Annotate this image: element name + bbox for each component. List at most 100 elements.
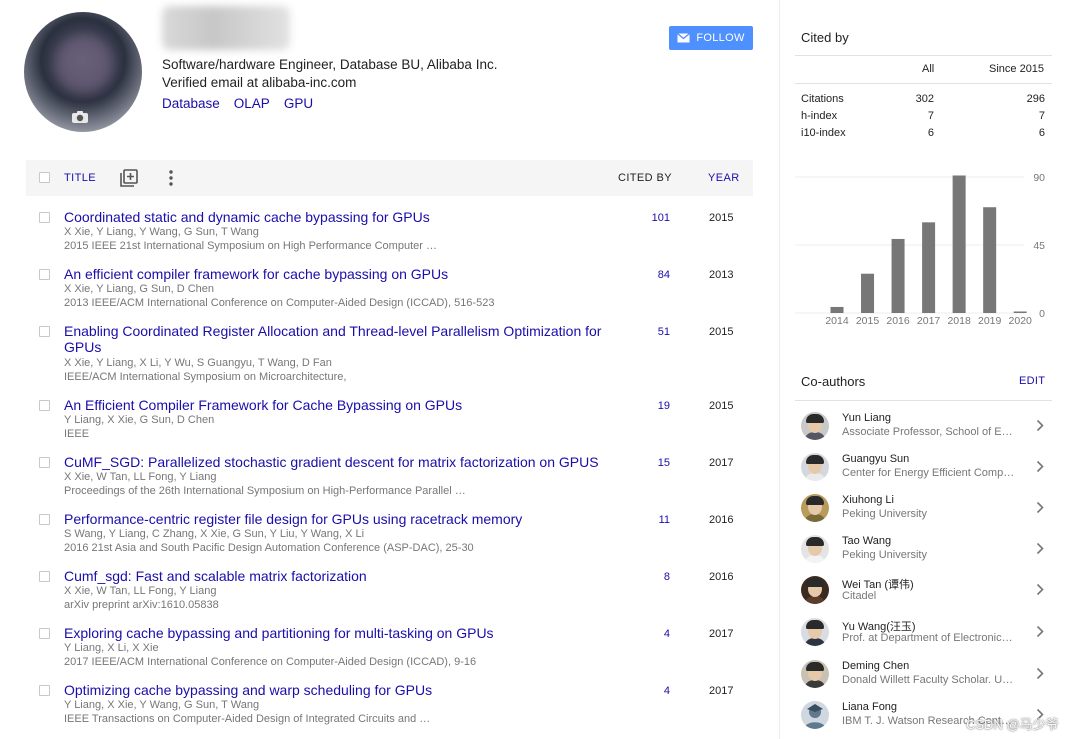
article-venue: 2016 21st Asia and South Pacific Design … bbox=[64, 542, 474, 554]
chart-bar-2014[interactable] bbox=[830, 306, 844, 313]
row-checkbox[interactable] bbox=[39, 400, 50, 411]
chart-y-tick-label: 0 bbox=[1039, 308, 1045, 320]
chart-bar-2019[interactable] bbox=[983, 207, 997, 313]
coauthors-title: Co-authors bbox=[801, 374, 866, 389]
metric-i10index-since: 6 bbox=[1038, 127, 1045, 139]
coauthor-name: Tao Wang bbox=[842, 535, 892, 547]
divider bbox=[795, 55, 1052, 56]
row-checkbox[interactable] bbox=[39, 685, 50, 696]
article-title[interactable]: Performance-centric register file design… bbox=[64, 511, 604, 527]
article-cited-count[interactable]: 4 bbox=[626, 628, 670, 640]
article-authors: Y Liang, X Li, X Xie bbox=[64, 642, 159, 654]
row-checkbox[interactable] bbox=[39, 457, 50, 468]
metric-label-citations: Citations bbox=[801, 93, 844, 105]
mail-icon bbox=[677, 33, 691, 43]
chart-x-tick-label: 2014 bbox=[825, 315, 849, 327]
coauthor-item[interactable]: Guangyu Sun Center for Energy Efficient … bbox=[795, 448, 1052, 486]
metrics-col-all: All bbox=[922, 63, 935, 75]
chart-bar-2020[interactable] bbox=[1013, 311, 1027, 313]
chart-bar-2015[interactable] bbox=[861, 273, 875, 313]
row-checkbox[interactable] bbox=[39, 212, 50, 223]
coauthor-name: Liana Fong bbox=[842, 701, 898, 713]
row-checkbox[interactable] bbox=[39, 628, 50, 639]
chart-x-tick-label: 2016 bbox=[886, 315, 910, 327]
article-venue: IEEE bbox=[64, 428, 90, 440]
article-title[interactable]: An Efficient Compiler Framework for Cach… bbox=[64, 397, 604, 413]
coauthor-item[interactable]: Deming Chen Donald Willett Faculty Schol… bbox=[795, 655, 1052, 693]
article-cited-count[interactable]: 15 bbox=[626, 457, 670, 469]
article-title[interactable]: An efficient compiler framework for cach… bbox=[64, 266, 604, 282]
chevron-right-icon bbox=[1036, 542, 1044, 555]
add-article-icon[interactable] bbox=[120, 169, 138, 187]
sort-by-year[interactable]: YEAR bbox=[708, 172, 740, 184]
camera-icon[interactable] bbox=[71, 110, 89, 124]
chart-x-tick-label: 2015 bbox=[856, 315, 880, 327]
article-cited-count[interactable]: 11 bbox=[626, 514, 670, 526]
citations-per-year-chart: 0 45 90 2014 2015 2016 2017 2018 2019 2020 bbox=[795, 172, 1045, 327]
coauthor-item[interactable]: Yun Liang Associate Professor, School of… bbox=[795, 407, 1052, 445]
article-year: 2016 bbox=[709, 514, 734, 526]
divider bbox=[795, 400, 1052, 401]
row-checkbox[interactable] bbox=[39, 514, 50, 525]
coauthor-item[interactable]: Yu Wang(汪玉) Prof. at Department of Elect… bbox=[795, 613, 1052, 651]
article-cited-count[interactable]: 8 bbox=[626, 571, 670, 583]
article-year: 2017 bbox=[709, 457, 734, 469]
article-venue: 2015 IEEE 21st International Symposium o… bbox=[64, 240, 437, 252]
chart-bar-2016[interactable] bbox=[891, 238, 905, 313]
chart-x-tick-label: 2020 bbox=[1009, 315, 1033, 327]
coauthor-affiliation: Peking University bbox=[842, 549, 927, 561]
article-year: 2017 bbox=[709, 628, 734, 640]
coauthor-affiliation: Donald Willett Faculty Scholar. U… bbox=[842, 674, 1014, 686]
select-all-checkbox[interactable] bbox=[39, 172, 50, 183]
follow-button[interactable]: FOLLOW bbox=[669, 26, 753, 50]
article-title[interactable]: CuMF_SGD: Parallelized stochastic gradie… bbox=[64, 454, 604, 470]
article-cited-count[interactable]: 51 bbox=[626, 326, 670, 338]
more-vert-icon[interactable] bbox=[167, 169, 175, 187]
article-title[interactable]: Optimizing cache bypassing and warp sche… bbox=[64, 682, 604, 698]
article-title[interactable]: Coordinated static and dynamic cache byp… bbox=[64, 209, 604, 225]
cited-by-title: Cited by bbox=[801, 30, 849, 45]
coauthor-item[interactable]: Xiuhong Li Peking University bbox=[795, 489, 1052, 527]
metric-citations-all: 302 bbox=[915, 93, 934, 105]
coauthor-affiliation: Peking University bbox=[842, 508, 927, 520]
coauthor-item[interactable]: Wei Tan (谭伟) Citadel bbox=[795, 571, 1052, 609]
chart-x-tick-label: 2018 bbox=[947, 315, 971, 327]
chart-y-tick-label: 90 bbox=[1033, 172, 1045, 184]
article-authors: X Xie, Y Liang, Y Wang, G Sun, T Wang bbox=[64, 226, 259, 238]
coauthor-name: Xiuhong Li bbox=[842, 494, 894, 506]
article-title[interactable]: Cumf_sgd: Fast and scalable matrix facto… bbox=[64, 568, 604, 584]
sort-by-cited[interactable]: CITED BY bbox=[618, 172, 672, 184]
interest-link-gpu[interactable]: GPU bbox=[284, 96, 313, 111]
chart-bar-2018[interactable] bbox=[952, 175, 966, 313]
articles-table-header: TITLE CITED BY YEAR bbox=[26, 160, 753, 196]
article-cited-count[interactable]: 84 bbox=[626, 269, 670, 281]
avatar bbox=[801, 576, 829, 604]
article-cited-count[interactable]: 101 bbox=[626, 212, 670, 224]
profile-photo[interactable] bbox=[24, 12, 142, 132]
article-authors: X Xie, W Tan, LL Fong, Y Liang bbox=[64, 471, 217, 483]
article-cited-count[interactable]: 4 bbox=[626, 685, 670, 697]
coauthor-name: Guangyu Sun bbox=[842, 453, 910, 465]
interest-link-olap[interactable]: OLAP bbox=[234, 96, 270, 111]
row-checkbox[interactable] bbox=[39, 571, 50, 582]
panel-divider bbox=[779, 0, 780, 739]
metric-i10index-all: 6 bbox=[927, 127, 934, 139]
article-cited-count[interactable]: 19 bbox=[626, 400, 670, 412]
row-checkbox[interactable] bbox=[39, 326, 50, 337]
article-authors: Y Liang, X Xie, Y Wang, G Sun, T Wang bbox=[64, 699, 260, 711]
interest-link-database[interactable]: Database bbox=[162, 96, 220, 111]
chart-bar-2017[interactable] bbox=[922, 222, 936, 313]
edit-coauthors-button[interactable]: EDIT bbox=[1019, 375, 1045, 387]
article-title[interactable]: Enabling Coordinated Register Allocation… bbox=[64, 323, 604, 355]
article-title[interactable]: Exploring cache bypassing and partitioni… bbox=[64, 625, 604, 641]
follow-label: FOLLOW bbox=[696, 32, 745, 44]
avatar bbox=[801, 535, 829, 563]
article-venue: IEEE Transactions on Computer-Aided Desi… bbox=[64, 713, 431, 725]
article-venue: Proceedings of the 26th International Sy… bbox=[64, 485, 466, 497]
sort-by-title[interactable]: TITLE bbox=[64, 172, 96, 184]
article-authors: X Xie, Y Liang, G Sun, D Chen bbox=[64, 283, 215, 295]
chevron-right-icon bbox=[1036, 419, 1044, 432]
row-checkbox[interactable] bbox=[39, 269, 50, 280]
coauthor-affiliation: Prof. at Department of Electronic… bbox=[842, 632, 1013, 644]
coauthor-item[interactable]: Tao Wang Peking University bbox=[795, 530, 1052, 568]
